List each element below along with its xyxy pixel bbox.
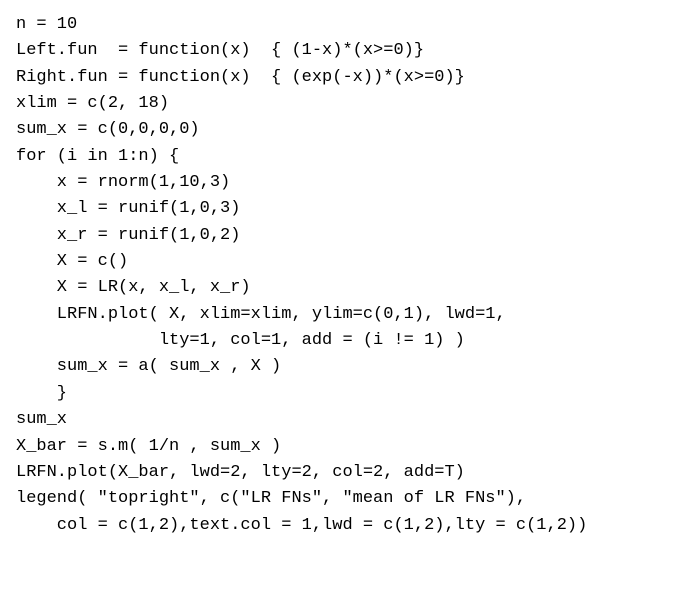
code-content: n = 10 Left.fun = function(x) { (1-x)*(x… xyxy=(16,15,587,535)
code-block: n = 10 Left.fun = function(x) { (1-x)*(x… xyxy=(0,0,685,551)
